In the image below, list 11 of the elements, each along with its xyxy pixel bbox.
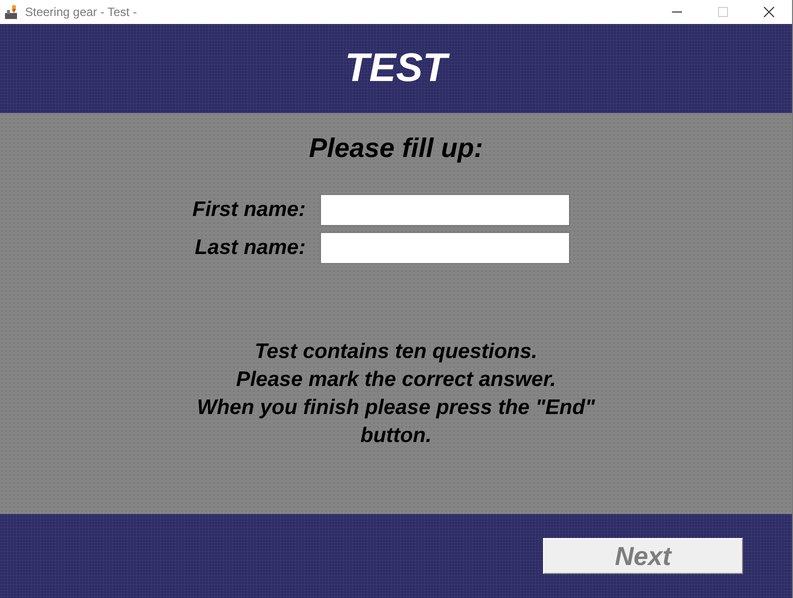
field-label: Last name: bbox=[194, 236, 306, 260]
close-icon bbox=[763, 6, 775, 18]
form-heading: Please fill up: bbox=[308, 133, 484, 164]
input-field[interactable] bbox=[320, 194, 570, 226]
page-title: TEST bbox=[344, 46, 448, 91]
instructions-text: Test contains ten questions. Please mark the correct answer. When you finish please press the "End" button. bbox=[197, 339, 595, 449]
field-label: First name: bbox=[192, 198, 306, 222]
maximize-icon bbox=[718, 7, 728, 17]
app-icon bbox=[4, 4, 20, 20]
input-field[interactable] bbox=[320, 232, 570, 264]
window-title: Steering gear - Test - bbox=[25, 5, 138, 19]
